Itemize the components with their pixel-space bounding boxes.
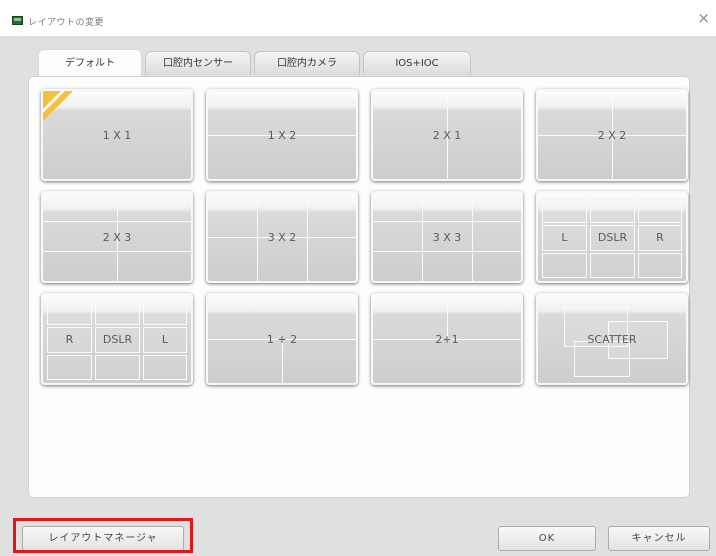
layout-label: 2+1 <box>435 333 459 346</box>
grid-cell <box>47 299 92 325</box>
layout-tile-l-dslr-r[interactable]: L DSLR R <box>536 191 688 283</box>
layout-tile-scatter[interactable]: SCATTER <box>536 293 688 385</box>
layout-tile-2x1[interactable]: 2 X 1 <box>371 89 523 181</box>
layout-label: 1 + 2 <box>266 333 298 346</box>
grid-cell <box>638 197 682 223</box>
grid-cell <box>95 299 140 325</box>
layout-label: 1 X 1 <box>102 129 132 142</box>
cell-label-dslr: DSLR <box>102 333 133 346</box>
layout-tile-r-dslr-l[interactable]: R DSLR L <box>41 293 193 385</box>
cancel-button[interactable]: キャンセル <box>608 526 710 551</box>
layout-tile-3x3[interactable]: 3 X 3 <box>371 191 523 283</box>
selected-corner-fill <box>43 91 63 111</box>
grid-cell <box>638 253 682 278</box>
grid-cell <box>590 253 635 278</box>
cell-label-right: R <box>65 333 74 346</box>
layout-panel: 1 X 1 1 X 2 2 X 1 2 X 2 2 X 3 3 X 2 3 X … <box>28 76 690 498</box>
layout-tile-1x2[interactable]: 1 X 2 <box>206 89 358 181</box>
layout-label: 2 X 1 <box>432 129 462 142</box>
close-icon[interactable]: × <box>697 11 710 26</box>
cell-label-left: L <box>561 231 568 244</box>
layout-tile-2x2[interactable]: 2 X 2 <box>536 89 688 181</box>
window-title: レイアウトの変更 <box>28 18 105 28</box>
grid-cell <box>143 355 187 380</box>
grid-cell <box>143 299 187 325</box>
cell-label-dslr: DSLR <box>597 231 628 244</box>
highlight-annotation <box>13 518 193 553</box>
dialog-body: デフォルト 口腔内センサー 口腔内カメラ IOS+IOC 1 X 1 1 X 2… <box>0 36 716 556</box>
tab-intraoral-camera[interactable]: 口腔内カメラ <box>254 51 360 75</box>
grid-line <box>373 251 521 252</box>
grid-cell <box>542 197 587 223</box>
grid-cell <box>590 197 635 223</box>
grid-cell <box>95 355 140 380</box>
title-bar: レイアウトの変更 × <box>0 0 716 36</box>
grid-cell <box>47 355 92 380</box>
layout-tile-3x2[interactable]: 3 X 2 <box>206 191 358 283</box>
grid-line <box>373 221 521 222</box>
layout-tile-2x3[interactable]: 2 X 3 <box>41 191 193 283</box>
layout-label: 2 X 2 <box>597 129 627 142</box>
tab-default[interactable]: デフォルト <box>38 49 142 76</box>
cell-label-right: R <box>656 231 664 244</box>
layout-label: 2 X 3 <box>102 231 132 244</box>
ok-button[interactable]: OK <box>498 526 596 551</box>
tab-ios-ioc[interactable]: IOS+IOC <box>363 51 471 75</box>
grid-cell <box>542 253 587 278</box>
layout-label: 1 X 2 <box>267 129 297 142</box>
tab-intraoral-sensor[interactable]: 口腔内センサー <box>145 51 251 75</box>
layout-tile-1x1[interactable]: 1 X 1 <box>41 89 193 181</box>
app-icon <box>12 16 23 25</box>
layout-label: SCATTER <box>587 333 637 346</box>
layout-label: 3 X 3 <box>432 231 462 244</box>
layout-label: 3 X 2 <box>267 231 297 244</box>
cell-label-left: L <box>161 333 169 346</box>
layout-tile-1-plus-2[interactable]: 1 + 2 <box>206 293 358 385</box>
layout-tile-2-plus-1[interactable]: 2+1 <box>371 293 523 385</box>
